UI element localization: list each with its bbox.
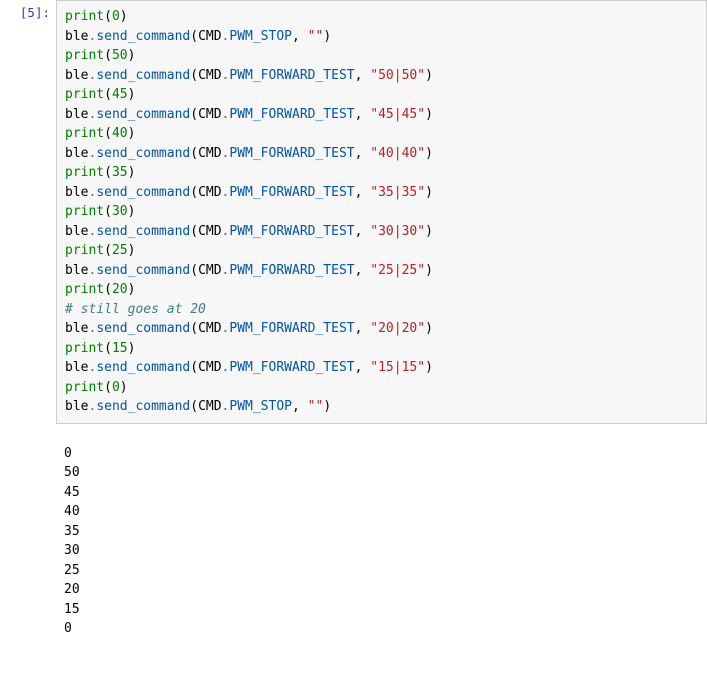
output-line: 0 — [64, 621, 72, 636]
output-line: 40 — [64, 504, 80, 519]
output-line: 0 — [64, 446, 72, 461]
code-output-area: 0 50 45 40 35 30 25 20 15 0 — [56, 438, 707, 645]
input-prompt: [5]: — [0, 0, 56, 424]
output-line: 25 — [64, 563, 80, 578]
output-line: 50 — [64, 465, 80, 480]
code-input-area[interactable]: print(0) ble.send_command(CMD.PWM_STOP, … — [56, 0, 707, 424]
output-cell: 0 50 45 40 35 30 25 20 15 0 — [0, 438, 707, 645]
output-line: 15 — [64, 602, 80, 617]
output-block: 0 50 45 40 35 30 25 20 15 0 — [64, 444, 699, 639]
code-comment: # still goes at 20 — [65, 302, 206, 317]
builtin-print: print — [65, 9, 104, 24]
output-line: 30 — [64, 543, 80, 558]
code-block: print(0) ble.send_command(CMD.PWM_STOP, … — [65, 7, 698, 417]
output-line: 20 — [64, 582, 80, 597]
code-cell: [5]: print(0) ble.send_command(CMD.PWM_S… — [0, 0, 707, 424]
output-line: 35 — [64, 524, 80, 539]
output-line: 45 — [64, 485, 80, 500]
